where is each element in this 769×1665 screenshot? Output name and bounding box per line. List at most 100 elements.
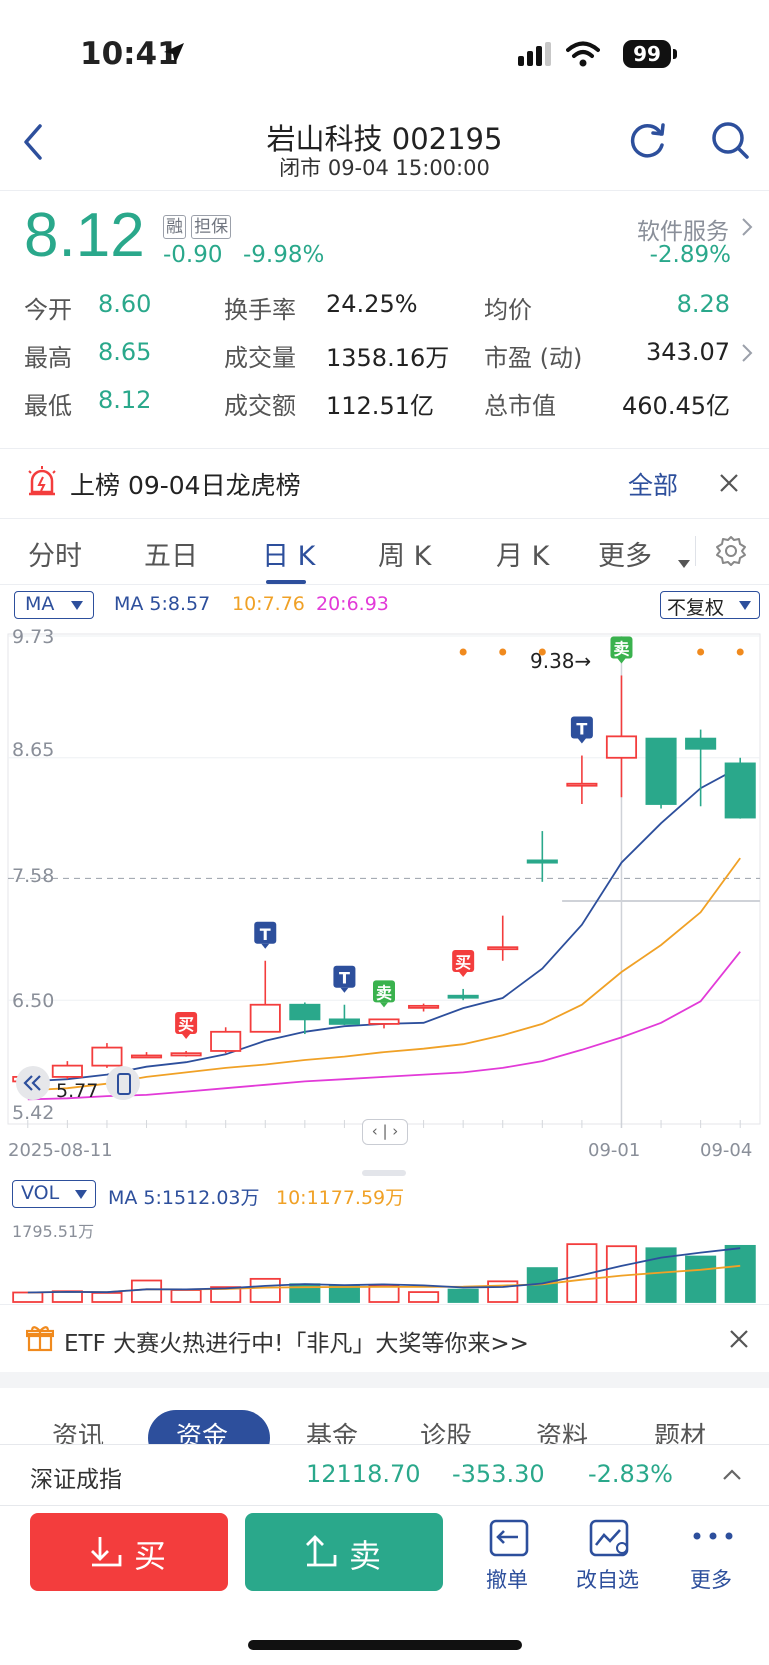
index-ticker[interactable]: 深证成指 12118.70 -353.30 -2.83% [0, 1444, 769, 1506]
ellipsis-icon [693, 1532, 733, 1540]
chart-tab-bar: 分时 五日 日 K 周 K 月 K 更多 [0, 520, 769, 584]
cancel-order-button[interactable]: 撤单 [476, 1518, 542, 1594]
chevron-right-icon[interactable] [740, 216, 754, 238]
search-icon[interactable] [710, 120, 750, 160]
stat-value: 343.07 [646, 338, 730, 366]
trade-marker-pointer [261, 943, 270, 949]
refresh-icon[interactable] [628, 120, 668, 160]
chevron-up-icon[interactable] [722, 1467, 742, 1481]
ma5-value: MA 5:8.57 [114, 593, 211, 615]
volume-chart[interactable] [0, 1210, 769, 1304]
trade-marker-label: 卖 [376, 983, 392, 1002]
notice-all-link[interactable]: 全部 [628, 466, 678, 502]
vol-ma5: MA 5:1512.03万 [108, 1187, 260, 1209]
watchlist-label: 改自选 [576, 1568, 639, 1592]
ma-selector[interactable]: MA [14, 591, 94, 619]
stat-value: 24.25% [326, 290, 418, 318]
volume-bar [368, 1285, 400, 1303]
info-tab-bar: 资讯 资金 基金 诊股 资料 题材 [0, 1388, 769, 1444]
edit-watchlist-icon [589, 1519, 629, 1557]
sector-name[interactable]: 软件服务 [637, 212, 729, 246]
stat-value: 8.60 [98, 290, 152, 318]
stat-label: 市盈 (动) [484, 344, 583, 372]
ma10-value: 10:7.76 [232, 593, 305, 615]
range-handle[interactable] [106, 1066, 140, 1100]
stat-value: 8.28 [676, 290, 730, 318]
trade-marker-pointer [459, 971, 468, 977]
more-button[interactable]: 更多 [680, 1518, 746, 1594]
trade-marker-label: T [339, 969, 350, 988]
range-handle-grip [117, 1073, 131, 1095]
adjust-label: 不复权 [667, 597, 725, 619]
info-tab-3[interactable]: 诊股 [420, 1416, 472, 1444]
adjust-selector[interactable]: 不复权 [660, 591, 760, 619]
trade-marker-pointer [182, 1033, 191, 1039]
caret-down-icon [678, 560, 690, 568]
sell-label: 卖 [349, 1537, 382, 1575]
candle-body [91, 1046, 123, 1067]
candle-body [170, 1052, 202, 1057]
close-icon[interactable] [718, 472, 740, 494]
settings-gear-icon[interactable] [714, 534, 748, 568]
info-tab-5[interactable]: 题材 [654, 1416, 706, 1444]
status-bar: 10:41 99 [0, 0, 769, 110]
stat-value: 112.51亿 [326, 392, 434, 420]
stat-label: 换手率 [224, 296, 296, 324]
close-icon[interactable] [728, 1328, 750, 1350]
chart-tab-4[interactable]: 月 K [496, 534, 549, 573]
volume-bar [408, 1291, 440, 1303]
ma5-line [27, 766, 741, 1083]
info-tab-1[interactable]: 资金 [176, 1416, 228, 1444]
sell-button[interactable]: 卖 [245, 1513, 443, 1591]
chart-tab-3[interactable]: 周 K [378, 534, 431, 573]
date-label-end: 09-04 [700, 1140, 753, 1161]
cancel-order-label: 撤单 [486, 1568, 528, 1592]
info-tab-0[interactable]: 资讯 [52, 1416, 104, 1444]
buy-label: 买 [134, 1537, 167, 1575]
battery-indicator: 99 [623, 40, 671, 68]
battery-tip [673, 49, 677, 59]
chart-tab-2[interactable]: 日 K [262, 534, 315, 573]
badge-group: 融 担保 [163, 215, 232, 239]
rewind-button[interactable] [16, 1066, 50, 1100]
arrow-up-tray-icon [306, 1535, 337, 1567]
vol-ma10: 10:1177.59万 [276, 1187, 405, 1209]
chart-pan-handle[interactable]: ‹ | › [362, 1119, 408, 1145]
vol-selector[interactable]: VOL [12, 1180, 96, 1208]
price-label-mid2: 7.58 [12, 865, 55, 887]
price-change-pct: -9.98% [243, 242, 325, 268]
dragon-tiger-notice[interactable]: 上榜 09-04日龙虎榜 全部 [0, 450, 769, 516]
chart-resize-handle[interactable] [362, 1170, 406, 1176]
stat-label: 成交额 [224, 392, 296, 420]
info-tab-2[interactable]: 基金 [306, 1416, 358, 1444]
ad-banner[interactable]: ETF 大赛火热进行中!「非凡」大奖等你来>> [0, 1306, 769, 1370]
candle-body [685, 737, 717, 750]
candle-body [51, 1064, 83, 1078]
candle-body [487, 946, 519, 951]
trade-marker-pointer [380, 1002, 388, 1008]
notice-text: 上榜 09-04日龙虎榜 [70, 471, 301, 500]
date-label-mid: 09-01 [588, 1140, 641, 1161]
date-label-start: 2025-08-11 [8, 1140, 113, 1161]
ad-text: ETF 大赛火热进行中!「非凡」大奖等你来>> [64, 1331, 529, 1357]
chevron-right-icon[interactable] [740, 342, 754, 364]
low-annotation: 5.77 [56, 1080, 99, 1102]
candle-body [130, 1054, 163, 1059]
margin-badge: 融 [163, 215, 186, 239]
stat-value: 460.45亿 [622, 392, 730, 420]
chart-tab-0[interactable]: 分时 [28, 534, 82, 573]
chart-tab-1[interactable]: 五日 [144, 534, 198, 573]
candle-body [210, 1030, 242, 1052]
chart-tab-5[interactable]: 更多 [598, 534, 652, 573]
cellular-signal-icon [518, 42, 551, 66]
buy-button[interactable]: 买 [30, 1513, 228, 1591]
index-change-pct: -2.83% [588, 1460, 673, 1488]
candle-body [408, 1004, 440, 1009]
price-label-low: 5.42 [12, 1102, 55, 1124]
index-change: -353.30 [452, 1460, 545, 1488]
info-tab-4[interactable]: 资料 [536, 1416, 588, 1444]
candle-body [328, 1018, 360, 1025]
watchlist-button[interactable]: 改自选 [572, 1518, 652, 1594]
home-indicator[interactable] [248, 1640, 522, 1650]
ma-selector-label: MA [25, 593, 55, 615]
